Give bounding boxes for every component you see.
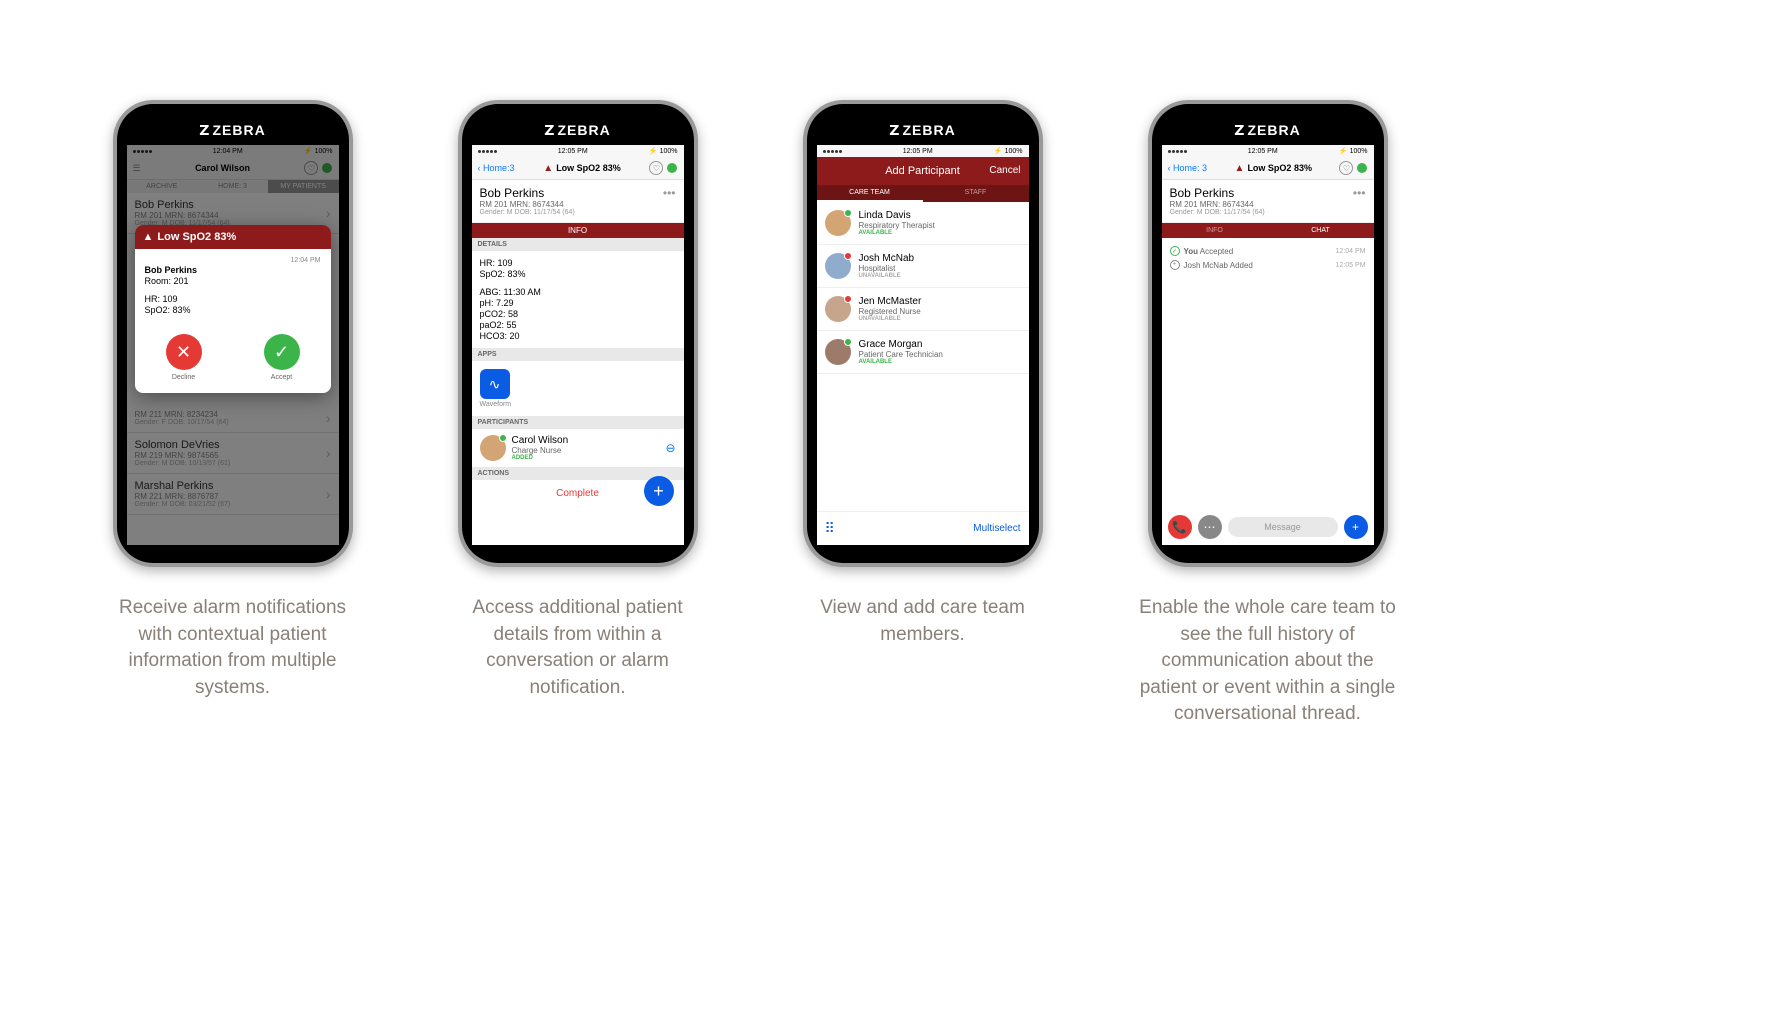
header-bar: ‹ Home: 3 ▲Low SpO2 83% ♡ (1162, 157, 1374, 180)
warning-icon: ▲ (543, 163, 553, 174)
zebra-brand: ZEBRA (462, 112, 694, 145)
column-3: ZEBRA 12:05 PM⚡ 100% Add Participant Can… (780, 100, 1065, 648)
add-fab[interactable]: + (644, 476, 674, 506)
header-bar: ‹ Home:3 ▲Low SpO2 83% ♡ (472, 157, 684, 180)
alert-spo2: SpO2: 83% (145, 305, 321, 315)
message-bar: 📞 ⋯ Message + (1168, 515, 1368, 539)
phone-device-3: ZEBRA 12:05 PM⚡ 100% Add Participant Can… (803, 100, 1043, 567)
zebra-brand: ZEBRA (807, 112, 1039, 145)
patient-meta1: RM 201 MRN: 8674344 (480, 200, 575, 209)
status-bar: 12:05 PM⚡ 100% (1162, 145, 1374, 157)
participant-row[interactable]: Carol WilsonCharge NurseADDED ⊖ (472, 429, 684, 467)
tab-chat[interactable]: CHAT (1268, 223, 1374, 238)
check-icon: ✓ (264, 334, 300, 370)
patient-name: Bob Perkins (1170, 186, 1265, 200)
section-details: DETAILS (472, 238, 684, 251)
back-button[interactable]: ‹ Home:3 (478, 163, 515, 173)
avatar (825, 253, 851, 279)
dialpad-icon[interactable]: ⠿ (825, 520, 835, 537)
check-circle-icon: ✓ (1170, 246, 1180, 256)
app-waveform[interactable]: ∿Waveform (472, 361, 684, 416)
message-input[interactable]: Message (1228, 517, 1338, 537)
info-tab[interactable]: INFO (472, 223, 684, 238)
presence-dot (667, 163, 677, 173)
multiselect-button[interactable]: Multiselect (973, 523, 1020, 534)
close-icon: ✕ (166, 334, 202, 370)
participant-tabs: CARE TEAM STAFF (817, 185, 1029, 202)
plus-circle-icon: + (1170, 260, 1180, 270)
heart-icon[interactable]: ♡ (1339, 161, 1353, 175)
patient-header: Bob PerkinsRM 201 MRN: 8674344Gender: M … (1162, 180, 1374, 223)
phone-device-1: ZEBRA 12:04 PM ⚡ 100% ☰ Carol Wilson ♡ A… (113, 100, 353, 567)
call-button[interactable]: 📞 (1168, 515, 1192, 539)
presence-dot (1357, 163, 1367, 173)
screen-4: 12:05 PM⚡ 100% ‹ Home: 3 ▲Low SpO2 83% ♡… (1162, 145, 1374, 545)
add-participant-header: Add Participant Cancel (817, 157, 1029, 185)
accept-button[interactable]: ✓Accept (264, 334, 300, 381)
tab-careteam[interactable]: CARE TEAM (817, 185, 923, 202)
bottom-bar: ⠿ Multiselect (817, 511, 1029, 545)
screen-3: 12:05 PM⚡ 100% Add Participant Cancel CA… (817, 145, 1029, 545)
staff-row[interactable]: Grace MorganPatient Care TechnicianAVAIL… (817, 331, 1029, 374)
phone-device-2: ZEBRA 12:05 PM⚡ 100% ‹ Home:3 ▲Low SpO2 … (458, 100, 698, 567)
warning-icon: ▲ (143, 231, 154, 243)
screen-1: 12:04 PM ⚡ 100% ☰ Carol Wilson ♡ ARCHIVE… (127, 145, 339, 545)
section-apps: APPS (472, 348, 684, 361)
alert-modal: ▲Low SpO2 83% 12:04 PM Bob Perkins Room:… (135, 225, 331, 393)
log-entry: +Josh McNab Added12:05 PM (1170, 258, 1366, 272)
header-title: Add Participant (885, 165, 960, 177)
staff-row[interactable]: Linda DavisRespiratory TherapistAVAILABL… (817, 202, 1029, 245)
zebra-brand: ZEBRA (117, 112, 349, 145)
decline-button[interactable]: ✕Decline (166, 334, 202, 381)
waveform-icon: ∿ (480, 369, 510, 399)
alert-header: ▲Low SpO2 83% (135, 225, 331, 249)
alert-patient-name: Bob Perkins (145, 265, 321, 275)
staff-row[interactable]: Jen McMasterRegistered NurseUNAVAILABLE (817, 288, 1029, 331)
avatar (825, 296, 851, 322)
more-button[interactable]: ⋯ (1198, 515, 1222, 539)
section-participants: PARTICIPANTS (472, 416, 684, 429)
chat-tabs: INFO CHAT (1162, 223, 1374, 238)
log-entry: ✓You Accepted12:04 PM (1170, 244, 1366, 258)
patient-name: Bob Perkins (480, 186, 575, 200)
caption-4: Enable the whole care team to see the fu… (1138, 595, 1398, 728)
column-1: ZEBRA 12:04 PM ⚡ 100% ☰ Carol Wilson ♡ A… (90, 100, 375, 701)
tab-staff[interactable]: STAFF (923, 185, 1029, 202)
alert-title: ▲Low SpO2 83% (543, 163, 620, 174)
column-2: ZEBRA 12:05 PM⚡ 100% ‹ Home:3 ▲Low SpO2 … (435, 100, 720, 701)
chat-log: ✓You Accepted12:04 PM +Josh McNab Added1… (1162, 238, 1374, 278)
phone-device-4: ZEBRA 12:05 PM⚡ 100% ‹ Home: 3 ▲Low SpO2… (1148, 100, 1388, 567)
column-4: ZEBRA 12:05 PM⚡ 100% ‹ Home: 3 ▲Low SpO2… (1125, 100, 1410, 728)
caption-2: Access additional patient details from w… (448, 595, 708, 701)
caption-3: View and add care team members. (793, 595, 1053, 648)
patient-header: Bob PerkinsRM 201 MRN: 8674344Gender: M … (472, 180, 684, 223)
actions-row: Complete + (472, 480, 684, 507)
alert-hr: HR: 109 (145, 294, 321, 304)
cancel-button[interactable]: Cancel (989, 165, 1020, 176)
warning-icon: ▲ (1235, 163, 1245, 174)
alert-time: 12:04 PM (145, 257, 321, 264)
remove-icon[interactable]: ⊖ (665, 441, 675, 455)
staff-row[interactable]: Josh McNabHospitalistUNAVAILABLE (817, 245, 1029, 288)
more-icon[interactable]: ••• (663, 186, 676, 200)
complete-button[interactable]: Complete (556, 488, 599, 499)
send-button[interactable]: + (1344, 515, 1368, 539)
tab-info[interactable]: INFO (1162, 223, 1268, 238)
avatar (480, 435, 506, 461)
zebra-brand: ZEBRA (1152, 112, 1384, 145)
caption-1: Receive alarm notifications with context… (103, 595, 363, 701)
alert-title: ▲Low SpO2 83% (1235, 163, 1312, 174)
back-button[interactable]: ‹ Home: 3 (1168, 163, 1208, 173)
status-bar: 12:05 PM⚡ 100% (472, 145, 684, 157)
avatar (825, 210, 851, 236)
details-block: HR: 109SpO2: 83% ABG: 11:30 AMpH: 7.29pC… (472, 251, 684, 348)
heart-icon[interactable]: ♡ (649, 161, 663, 175)
screen-2: 12:05 PM⚡ 100% ‹ Home:3 ▲Low SpO2 83% ♡ … (472, 145, 684, 545)
avatar (825, 339, 851, 365)
more-icon[interactable]: ••• (1353, 186, 1366, 200)
alert-room: Room: 201 (145, 276, 321, 286)
patient-meta2: Gender: M DOB: 11/17/54 (64) (480, 209, 575, 216)
status-bar: 12:05 PM⚡ 100% (817, 145, 1029, 157)
